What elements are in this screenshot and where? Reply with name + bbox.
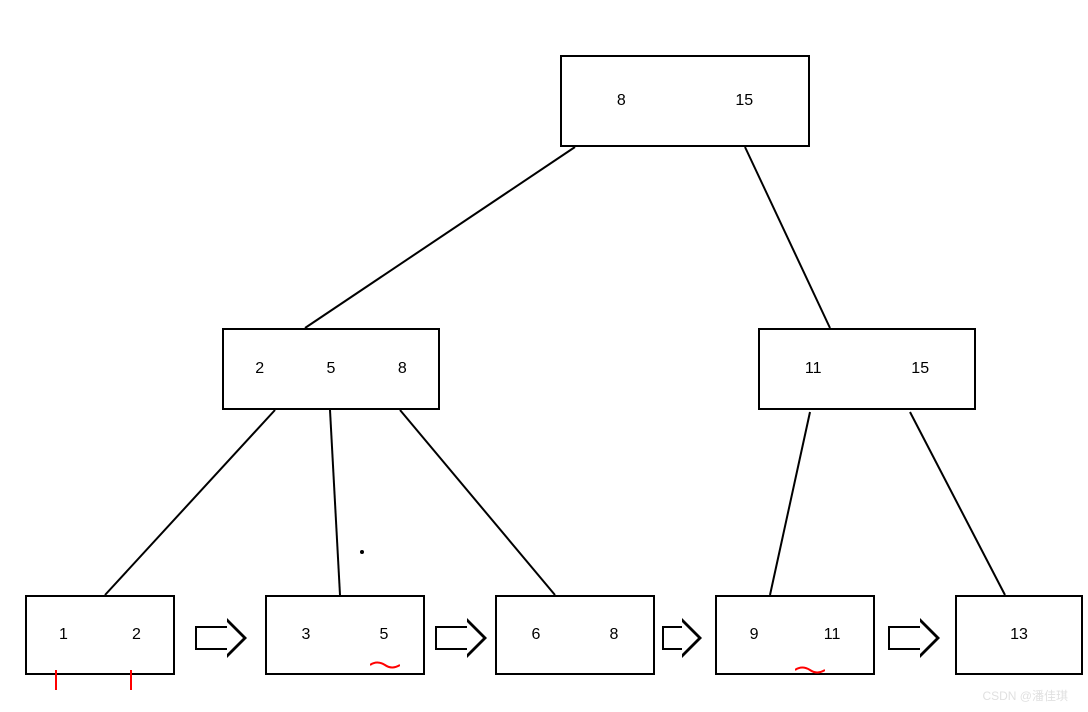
leaf5-key-0: 13 [1010, 626, 1028, 644]
leaf3-key-0: 6 [532, 626, 541, 644]
red-squiggle-1 [370, 660, 400, 670]
leaf1-key-0: 1 [59, 626, 68, 644]
root-node: 8 15 [560, 55, 810, 147]
leaf1-key-1: 2 [132, 626, 141, 644]
leaf3-key-1: 8 [610, 626, 619, 644]
arrow-3-4 [662, 618, 702, 658]
arrow-2-3 [435, 618, 487, 658]
dot-mark [360, 550, 364, 554]
root-key-0: 8 [617, 92, 626, 110]
leaf-node-2: 3 5 [265, 595, 425, 675]
internal-right-key-1: 15 [911, 360, 929, 378]
leaf-node-1: 1 2 [25, 595, 175, 675]
leaf2-key-1: 5 [380, 626, 389, 644]
leaf-node-5: 13 [955, 595, 1083, 675]
leaf4-key-0: 9 [750, 626, 759, 644]
leaf4-key-1: 11 [824, 626, 841, 644]
leaf2-key-0: 3 [302, 626, 311, 644]
red-squiggle-2 [795, 665, 825, 675]
internal-left-key-0: 2 [255, 360, 264, 378]
internal-right-key-0: 11 [805, 360, 822, 378]
leaf-node-4: 9 11 [715, 595, 875, 675]
red-mark-1 [55, 670, 57, 690]
arrow-1-2 [195, 618, 247, 658]
red-mark-2 [130, 670, 132, 690]
internal-node-right: 11 15 [758, 328, 976, 410]
internal-left-key-2: 8 [398, 360, 407, 378]
arrow-4-5 [888, 618, 940, 658]
internal-left-key-1: 5 [327, 360, 336, 378]
root-key-1: 15 [735, 92, 753, 110]
leaf-node-3: 6 8 [495, 595, 655, 675]
internal-node-left: 2 5 8 [222, 328, 440, 410]
watermark-text: CSDN @潘佳琪 [982, 687, 1068, 704]
